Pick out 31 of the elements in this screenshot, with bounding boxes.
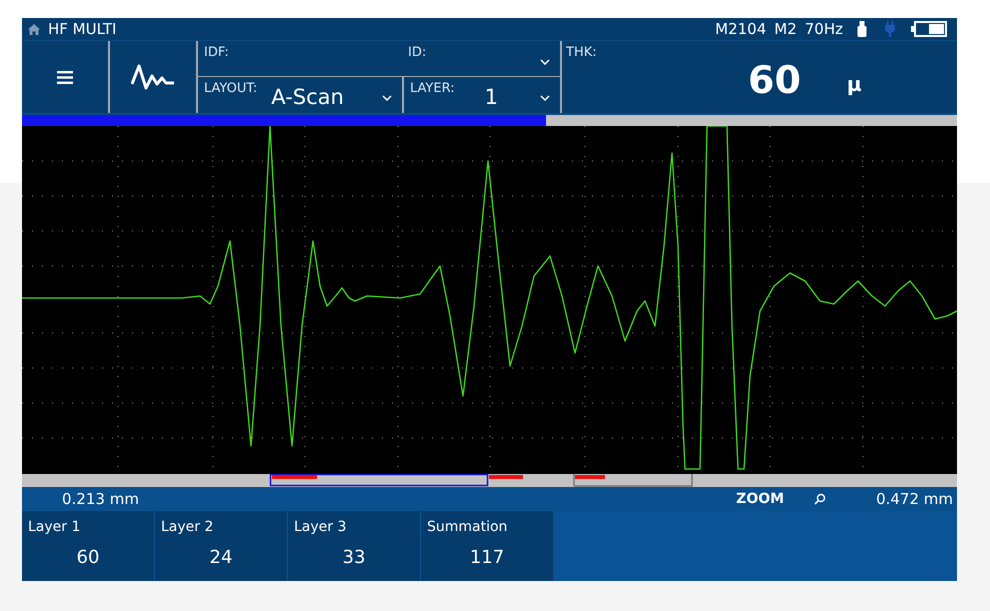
menu-icon	[57, 70, 73, 84]
status-text: M2	[774, 20, 797, 38]
thickness-value: 60	[748, 60, 801, 102]
home-icon[interactable]	[28, 24, 40, 34]
battery-icon	[911, 21, 947, 37]
result-value: 117	[468, 547, 506, 568]
zoom-button[interactable]: ZOOM	[736, 491, 784, 507]
chevron-icon	[382, 95, 392, 101]
status-text: 70Hz	[804, 20, 843, 38]
result-label: Layer 2	[161, 519, 214, 535]
result-label: Summation	[427, 519, 508, 535]
result-label: Layer 1	[28, 519, 82, 535]
chevron-icon	[540, 58, 550, 64]
status-text: M2104	[715, 20, 766, 38]
id-dropdown[interactable]: ID:	[402, 41, 560, 76]
thickness-unit: μ	[846, 72, 862, 98]
result-value: 24	[208, 547, 234, 568]
thickness-label: THK:	[566, 45, 598, 60]
range-end: 0.472 mm	[876, 490, 953, 508]
waveform-icon	[131, 64, 175, 90]
chevron-icon	[540, 95, 550, 101]
layout-dropdown[interactable]: LAYOUT: A-Scan	[198, 77, 402, 113]
result-value: 33	[342, 547, 366, 568]
range-start: 0.213 mm	[62, 490, 139, 508]
idf-field[interactable]: IDF:	[198, 41, 402, 76]
app-title: HF MULTI	[48, 20, 116, 38]
result-value: 60	[76, 547, 100, 568]
result-label: Layer 3	[294, 519, 348, 535]
usb-icon	[857, 21, 867, 37]
search-icon[interactable]	[814, 493, 826, 505]
plug-icon	[885, 21, 895, 37]
